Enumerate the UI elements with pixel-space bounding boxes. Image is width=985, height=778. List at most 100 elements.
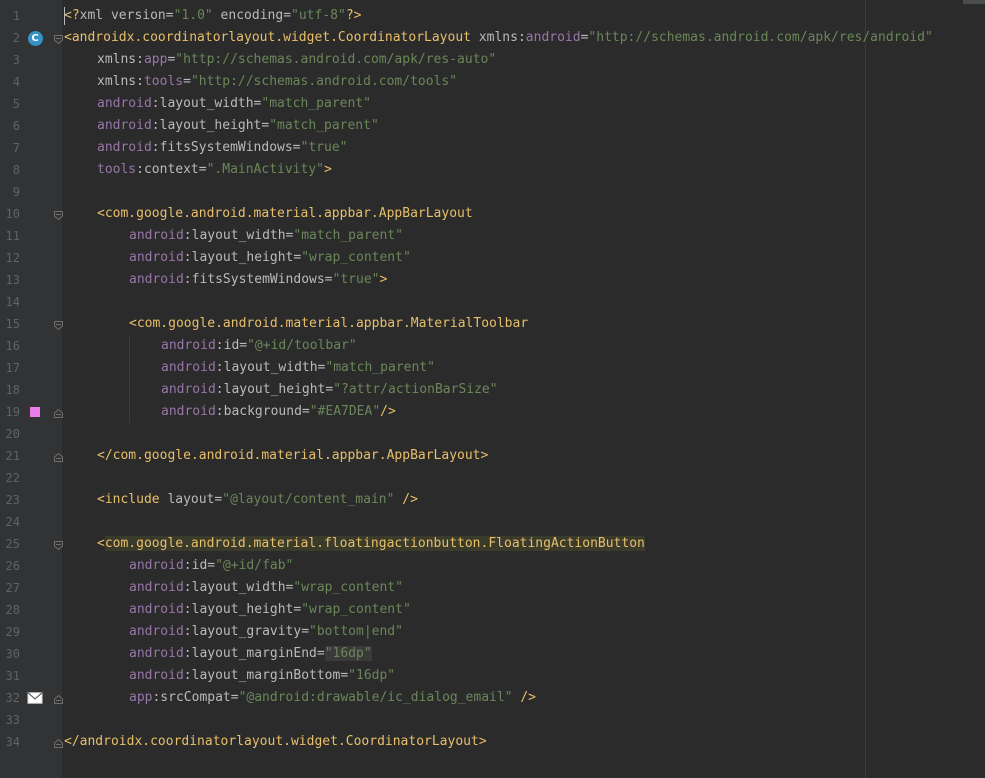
code-token: android [161,360,216,375]
code-token: :layout_width= [183,228,294,243]
code-token: ".MainActivity" [206,162,324,177]
code-token: layout= [167,492,223,507]
code-token: app [129,690,153,705]
code-line[interactable]: 3 xmlns:app="http://schemas.android.com/a… [0,49,985,71]
code-text: <com.google.android.material.appbar.Mate… [129,313,528,335]
code-token: :layout_gravity= [183,624,310,639]
code-line[interactable]: 9 [0,181,985,203]
code-token: </androidx.coordinatorlayout.widget.Coor… [64,734,487,749]
code-line[interactable]: 20 [0,423,985,445]
code-token: xml [79,8,111,23]
code-line[interactable]: 15 <com.google.android.material.appbar.Ma… [0,313,985,335]
code-line[interactable]: 32 app:srcCompat="@android:drawable/ic_di… [0,687,985,709]
line-number: 6 [12,119,20,133]
code-line[interactable]: 31 android:layout_marginBottom="16dp" [0,665,985,687]
code-token: /> [512,690,536,705]
code-token: "1.0" [173,8,213,23]
code-token: :fitsSystemWindows= [183,272,333,287]
code-line[interactable]: 22 [0,467,985,489]
code-line[interactable]: 7 android:fitsSystemWindows="true" [0,137,985,159]
scrollbar-marker[interactable] [963,0,985,4]
line-number: 1 [12,9,20,23]
code-line[interactable]: 28 android:layout_height="wrap_content" [0,599,985,621]
code-line[interactable]: 13 android:fitsSystemWindows="true"> [0,269,985,291]
code-token: "true" [332,272,380,287]
color-swatch-icon[interactable] [27,404,43,420]
code-token: /> [394,492,418,507]
code-line[interactable]: 16 android:id="@+id/toolbar" [0,335,985,357]
code-text: android:layout_width="match_parent" [97,93,371,115]
code-token: <include [97,492,168,507]
code-token: > [379,272,388,287]
line-number: 29 [5,625,20,639]
fold-toggle-icon[interactable] [54,209,63,221]
line-number: 5 [12,97,20,111]
code-token: :fitsSystemWindows= [151,140,301,155]
line-number: 3 [12,53,20,67]
code-line[interactable]: 1 <?xml version="1.0" encoding="utf-8"?> [0,5,985,27]
fold-toggle-icon[interactable] [54,539,63,551]
fold-toggle-icon[interactable] [54,693,63,704]
code-line[interactable]: 26 android:id="@+id/fab" [0,555,985,577]
code-line[interactable]: 34 </androidx.coordinatorlayout.widget.Co… [0,731,985,753]
code-token: "match_parent" [293,228,403,243]
code-token: android [525,30,581,45]
code-token: <com.google.android.material.appbar.Mate… [129,316,529,331]
fold-toggle-icon[interactable] [54,451,63,462]
code-token: :id= [183,558,216,573]
code-line[interactable]: 8 tools:context=".MainActivity"> [0,159,985,181]
code-token: xmlns: [97,52,144,67]
code-line[interactable]: 14 [0,291,985,313]
code-token: < [97,536,105,551]
code-token: "bottom|end" [309,624,403,639]
code-line[interactable]: 21 </com.google.android.material.appbar.A… [0,445,985,467]
email-drawable-icon[interactable] [27,690,43,706]
code-text: <include layout="@layout/content_main" /… [97,489,418,511]
code-token: version [110,8,166,23]
line-number: 31 [5,669,20,683]
code-line[interactable]: 12 android:layout_height="wrap_content" [0,247,985,269]
class-c-icon[interactable]: C [27,30,43,46]
line-number: 27 [5,581,20,595]
code-line[interactable]: 18 android:layout_height="?attr/actionBar… [0,379,985,401]
line-number: 12 [5,251,20,265]
code-token: android [129,602,184,617]
code-line[interactable]: 10 <com.google.android.material.appbar.Ap… [0,203,985,225]
code-token: "http://schemas.android.com/tools" [190,74,458,89]
code-text: android:layout_marginBottom="16dp" [129,665,395,687]
code-line[interactable]: 11 android:layout_width="match_parent" [0,225,985,247]
code-token: android [129,580,184,595]
code-line[interactable]: 33 [0,709,985,731]
code-line[interactable]: 24 [0,511,985,533]
code-line[interactable]: 2 C <androidx.coordinatorlayout.widget.Coo… [0,27,985,49]
code-token: "@android:drawable/ic_dialog_email" [238,690,513,705]
code-token: :layout_marginBottom= [183,668,349,683]
code-line[interactable]: 23 <include layout="@layout/content_main"… [0,489,985,511]
code-text: android:layout_width="wrap_content" [129,577,403,599]
code-token: "wrap_content" [301,250,411,265]
code-token: xmlns: [97,74,144,89]
code-line[interactable]: 4 xmlns:tools="http://schemas.android.com… [0,71,985,93]
code-token: android [129,558,184,573]
code-line[interactable]: 25 <com.google.android.material.floatinga… [0,533,985,555]
code-line[interactable]: 17 android:layout_width="match_parent" [0,357,985,379]
code-token: :id= [215,338,248,353]
fold-toggle-icon[interactable] [54,319,63,331]
code-token: android [161,382,216,397]
code-line[interactable]: 5 android:layout_width="match_parent" [0,93,985,115]
code-line[interactable]: 19 android:background="#EA7DEA"/> [0,401,985,423]
code-line[interactable]: 27 android:layout_width="wrap_content" [0,577,985,599]
code-token: :layout_width= [183,580,294,595]
code-token: android [161,338,216,353]
fold-toggle-icon[interactable] [54,407,63,418]
code-text: android:layout_height="wrap_content" [129,599,411,621]
code-line[interactable]: 29 android:layout_gravity="bottom|end" [0,621,985,643]
fold-toggle-icon[interactable] [54,737,63,748]
code-line[interactable]: 6 android:layout_height="match_parent" [0,115,985,137]
code-text: xmlns:tools="http://schemas.android.com/… [97,71,457,93]
code-token: "16dp" [324,646,372,661]
text-caret [64,7,65,25]
fold-toggle-icon[interactable] [54,33,63,45]
code-line[interactable]: 30 android:layout_marginEnd="16dp" [0,643,985,665]
code-token: "@+id/fab" [215,558,294,573]
